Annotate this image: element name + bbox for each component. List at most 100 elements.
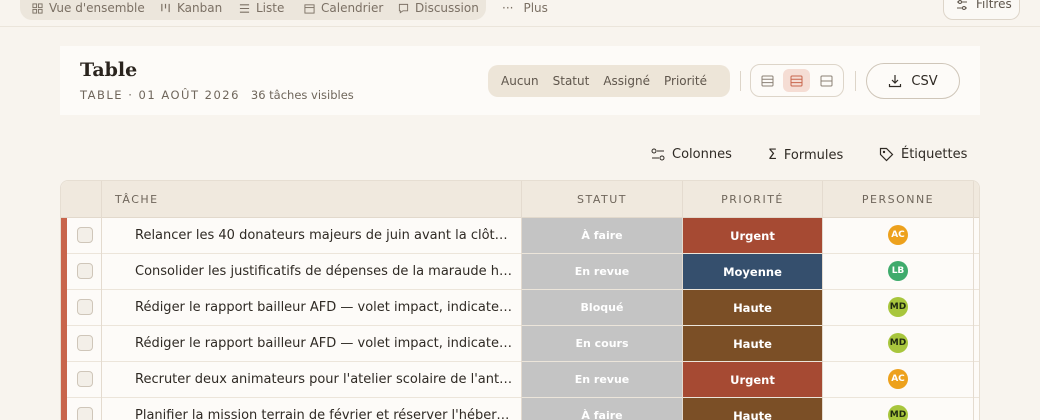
column-header-priority[interactable]: PRIORITÉ [683, 181, 822, 218]
status-cell[interactable]: En revue [522, 362, 682, 397]
group-none[interactable]: Aucun [494, 74, 546, 88]
group-assignee[interactable]: Assigné [596, 74, 657, 88]
tab-calendar[interactable]: Calendrier [304, 1, 383, 15]
priority-cell[interactable]: Haute [683, 326, 822, 361]
row-accent [61, 290, 67, 326]
rows-comfortable-icon [820, 75, 833, 86]
priority-cell[interactable]: Urgent [683, 362, 822, 397]
more-icon: ··· [502, 1, 514, 15]
density-selector [750, 64, 844, 97]
row-accent [61, 326, 67, 362]
columns-label: Colonnes [672, 147, 732, 162]
column-header-person[interactable]: PERSONNE [823, 181, 973, 218]
task-title[interactable]: Planifier la mission terrain de février … [135, 398, 515, 420]
tab-list-label: Liste [256, 1, 285, 15]
sigma-icon: Σ [768, 147, 777, 163]
tags-button[interactable]: Étiquettes [879, 147, 967, 162]
chat-icon [398, 3, 409, 13]
avatar[interactable]: MD [888, 297, 908, 317]
row-accent [61, 254, 67, 290]
export-csv-button[interactable]: CSV [866, 63, 960, 99]
tasks-table: TÂCHE STATUT PRIORITÉ PERSONNE Relancer … [60, 180, 980, 420]
row-checkbox[interactable] [77, 227, 93, 243]
tab-overview-label: Vue d'ensemble [49, 1, 145, 15]
task-title[interactable]: Consolider les justificatifs de dépenses… [135, 254, 515, 290]
download-icon [889, 75, 902, 88]
more-label: Plus [523, 1, 548, 15]
column-divider [682, 181, 683, 420]
row-checkbox[interactable] [77, 299, 93, 315]
column-divider [973, 181, 974, 420]
tab-calendar-label: Calendrier [321, 1, 384, 15]
avatar[interactable]: LB [888, 261, 908, 281]
calendar-icon [304, 3, 315, 14]
group-by-selector: Aucun Statut Assigné Priorité [488, 65, 730, 97]
tab-kanban-label: Kanban [177, 1, 223, 15]
density-default[interactable] [783, 69, 810, 92]
column-divider [101, 181, 102, 420]
page-title: Table [80, 59, 138, 81]
task-title[interactable]: Rédiger le rapport bailleur AFD — volet … [135, 290, 515, 326]
columns-button[interactable]: Colonnes [651, 147, 732, 162]
row-checkbox[interactable] [77, 335, 93, 351]
divider [740, 71, 741, 91]
tab-discussion-label: Discussion [415, 1, 479, 15]
row-accent [61, 362, 67, 398]
status-cell[interactable]: À faire [522, 218, 682, 253]
priority-cell[interactable]: Urgent [683, 218, 822, 253]
avatar[interactable]: AC [888, 369, 908, 389]
task-title[interactable]: Rédiger le rapport bailleur AFD — volet … [135, 326, 515, 362]
row-checkbox[interactable] [77, 371, 93, 387]
tags-label: Étiquettes [901, 147, 968, 162]
priority-cell[interactable]: Haute [683, 398, 822, 420]
status-cell[interactable]: En cours [522, 326, 682, 361]
column-header-status[interactable]: STATUT [522, 181, 682, 218]
page-subtitle: TABLE · 01 AOÛT 2026 36 tâches visibles [80, 88, 354, 102]
avatar[interactable]: MD [888, 333, 908, 353]
tag-icon [879, 147, 894, 162]
kanban-icon [161, 3, 170, 12]
column-header-task[interactable]: TÂCHE [115, 181, 159, 218]
column-divider [521, 181, 522, 420]
rows-default-icon [790, 75, 803, 86]
tab-discussion[interactable]: Discussion [398, 1, 479, 15]
list-icon [239, 3, 250, 13]
avatar[interactable]: MD [888, 405, 908, 420]
tab-overview[interactable]: Vue d'ensemble [32, 1, 145, 15]
tab-kanban[interactable]: Kanban [160, 1, 222, 15]
grid-icon [32, 2, 43, 14]
filters-button[interactable]: Filtres [943, 0, 1020, 20]
status-cell[interactable]: En revue [522, 254, 682, 289]
priority-cell[interactable]: Haute [683, 290, 822, 325]
divider [855, 71, 856, 91]
visible-count: 36 tâches visibles [250, 88, 354, 102]
sliders-icon [957, 0, 967, 10]
density-compact[interactable] [754, 69, 781, 92]
row-accent [61, 218, 67, 254]
task-title[interactable]: Relancer les 40 donateurs majeurs de jui… [135, 218, 515, 254]
formulas-button[interactable]: Σ Formules [768, 147, 843, 163]
view-tabs: Vue d'ensemble Kanban Liste Calendrier D… [20, 0, 486, 20]
row-checkbox[interactable] [77, 263, 93, 279]
table-header-card: Table TABLE · 01 AOÛT 2026 36 tâches vis… [60, 46, 980, 115]
columns-icon [651, 148, 665, 161]
status-cell[interactable]: Bloqué [522, 290, 682, 325]
filters-label: Filtres [976, 0, 1012, 11]
view-date: TABLE · 01 AOÛT 2026 [80, 88, 240, 102]
group-status[interactable]: Statut [546, 74, 597, 88]
row-accent [61, 398, 67, 420]
row-checkbox[interactable] [77, 407, 93, 420]
group-priority[interactable]: Priorité [657, 74, 714, 88]
export-csv-label: CSV [911, 73, 938, 89]
more-tabs[interactable]: ··· Plus [502, 1, 548, 15]
density-comfortable[interactable] [813, 69, 840, 92]
divider [0, 26, 1040, 27]
column-divider [822, 181, 823, 420]
task-title[interactable]: Recruter deux animateurs pour l'atelier … [135, 362, 515, 398]
tab-list[interactable]: Liste [239, 1, 284, 15]
rows-compact-icon [761, 75, 774, 86]
formulas-label: Formules [783, 147, 844, 163]
priority-cell[interactable]: Moyenne [683, 254, 822, 289]
status-cell[interactable]: À faire [522, 398, 682, 420]
avatar[interactable]: AC [888, 225, 908, 245]
